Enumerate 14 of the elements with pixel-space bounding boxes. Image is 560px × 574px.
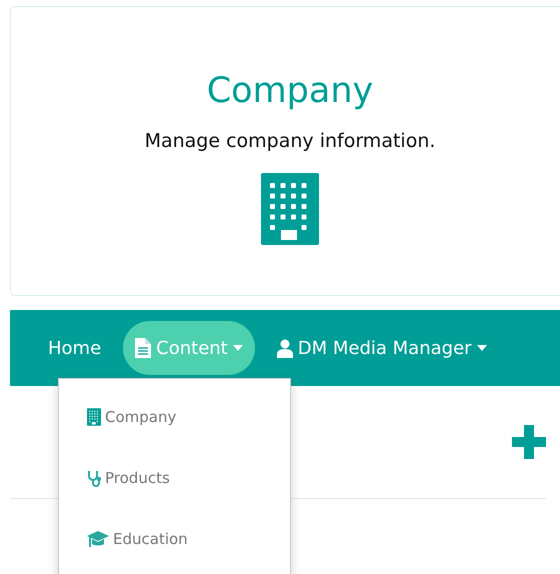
plus-icon[interactable] [512,425,546,459]
building-icon [87,408,101,426]
nav-item[interactable]: Home [36,321,114,375]
card-title: Company [206,70,374,113]
menu-item[interactable]: Education [87,527,188,551]
user-icon [276,338,293,358]
menu-item[interactable]: Company [87,405,176,429]
building-icon [261,173,319,245]
stethoscope-icon [87,470,101,486]
document-icon [135,338,152,358]
nav-item[interactable]: DM Media Manager [264,321,499,375]
menu-item[interactable]: Products [87,466,170,490]
card-description: Manage company information. [144,129,436,154]
graduation-cap-icon [87,530,109,548]
